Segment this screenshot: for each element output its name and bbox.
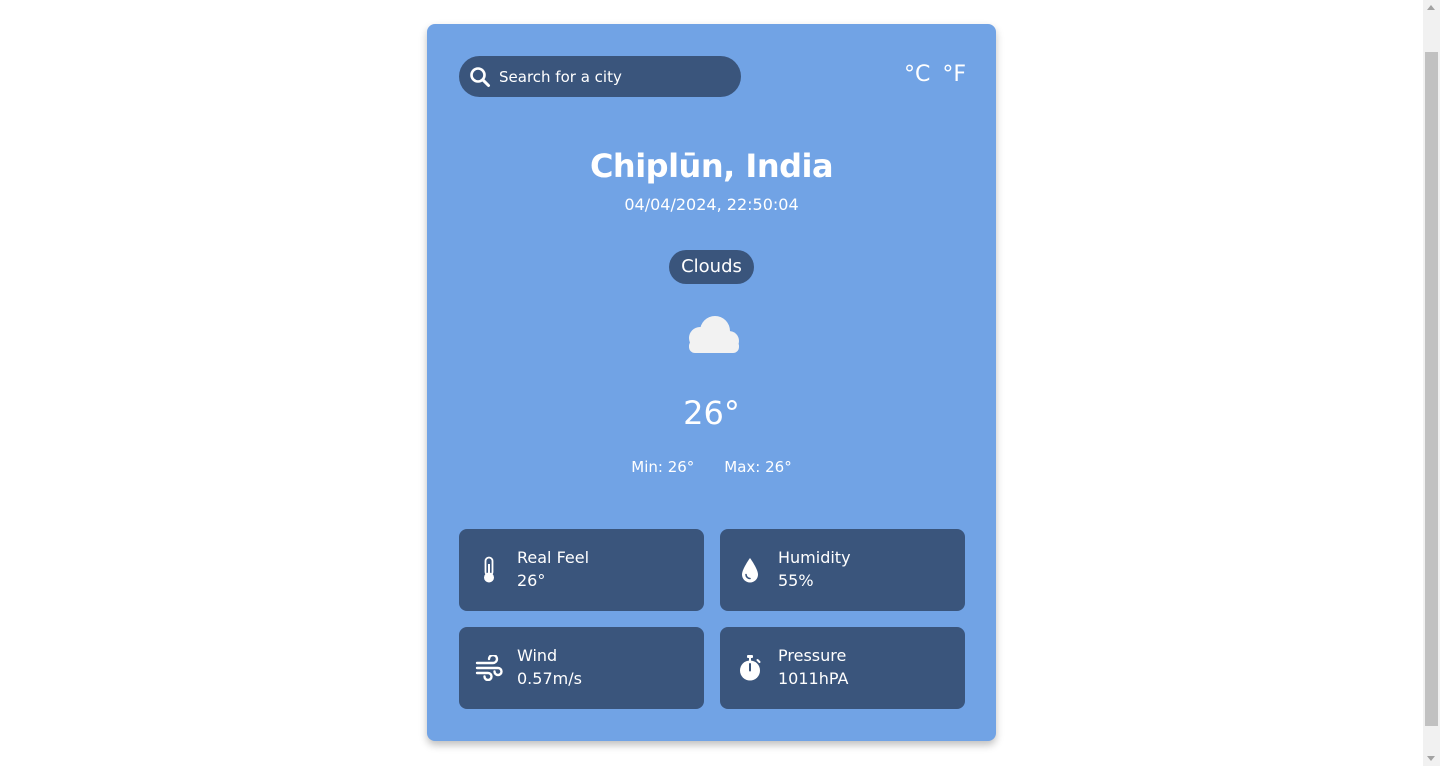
current-temperature: 26° [683,394,740,432]
scrollbar-thumb[interactable] [1425,52,1438,726]
vertical-scrollbar[interactable] [1423,0,1440,766]
wind-value: 0.57m/s [517,669,582,688]
stopwatch-icon [734,654,766,682]
wind-label: Wind [517,646,558,665]
pressure-label: Pressure [778,646,847,665]
weather-card: °C °F Chiplūn, India 04/04/2024, 22:50:0… [427,24,996,741]
pressure-tile: Pressure 1011hPA [720,627,965,709]
max-temperature: Max: 26° [724,458,792,476]
real-feel-value: 26° [517,571,546,590]
search-input[interactable] [499,67,729,86]
scroll-up-arrow-icon[interactable] [1427,5,1435,10]
real-feel-tile: Real Feel 26° [459,529,704,611]
celsius-button[interactable]: °C [904,62,930,87]
min-temperature: Min: 26° [631,458,695,476]
water-drop-icon [734,556,766,584]
thermometer-icon [473,556,505,584]
humidity-tile: Humidity 55% [720,529,965,611]
local-datetime: 04/04/2024, 22:50:04 [624,195,799,214]
min-max-temperature: Min: 26° Max: 26° [427,458,996,476]
weather-condition-badge: Clouds [669,250,754,284]
city-name: Chiplūn, India [589,147,834,185]
search-bar[interactable] [459,56,741,97]
scroll-down-arrow-icon[interactable] [1427,756,1435,761]
humidity-value: 55% [778,571,814,590]
real-feel-label: Real Feel [517,548,590,567]
page: °C °F Chiplūn, India 04/04/2024, 22:50:0… [0,0,1440,766]
pressure-value: 1011hPA [778,669,849,688]
condition-wrapper: Clouds [427,250,996,284]
humidity-label: Humidity [778,548,851,567]
unit-toggle: °C °F [904,62,966,87]
search-icon[interactable] [469,66,491,88]
fahrenheit-button[interactable]: °F [942,62,966,87]
wind-icon [473,655,505,681]
wind-tile: Wind 0.57m/s [459,627,704,709]
cloud-icon [682,314,742,358]
